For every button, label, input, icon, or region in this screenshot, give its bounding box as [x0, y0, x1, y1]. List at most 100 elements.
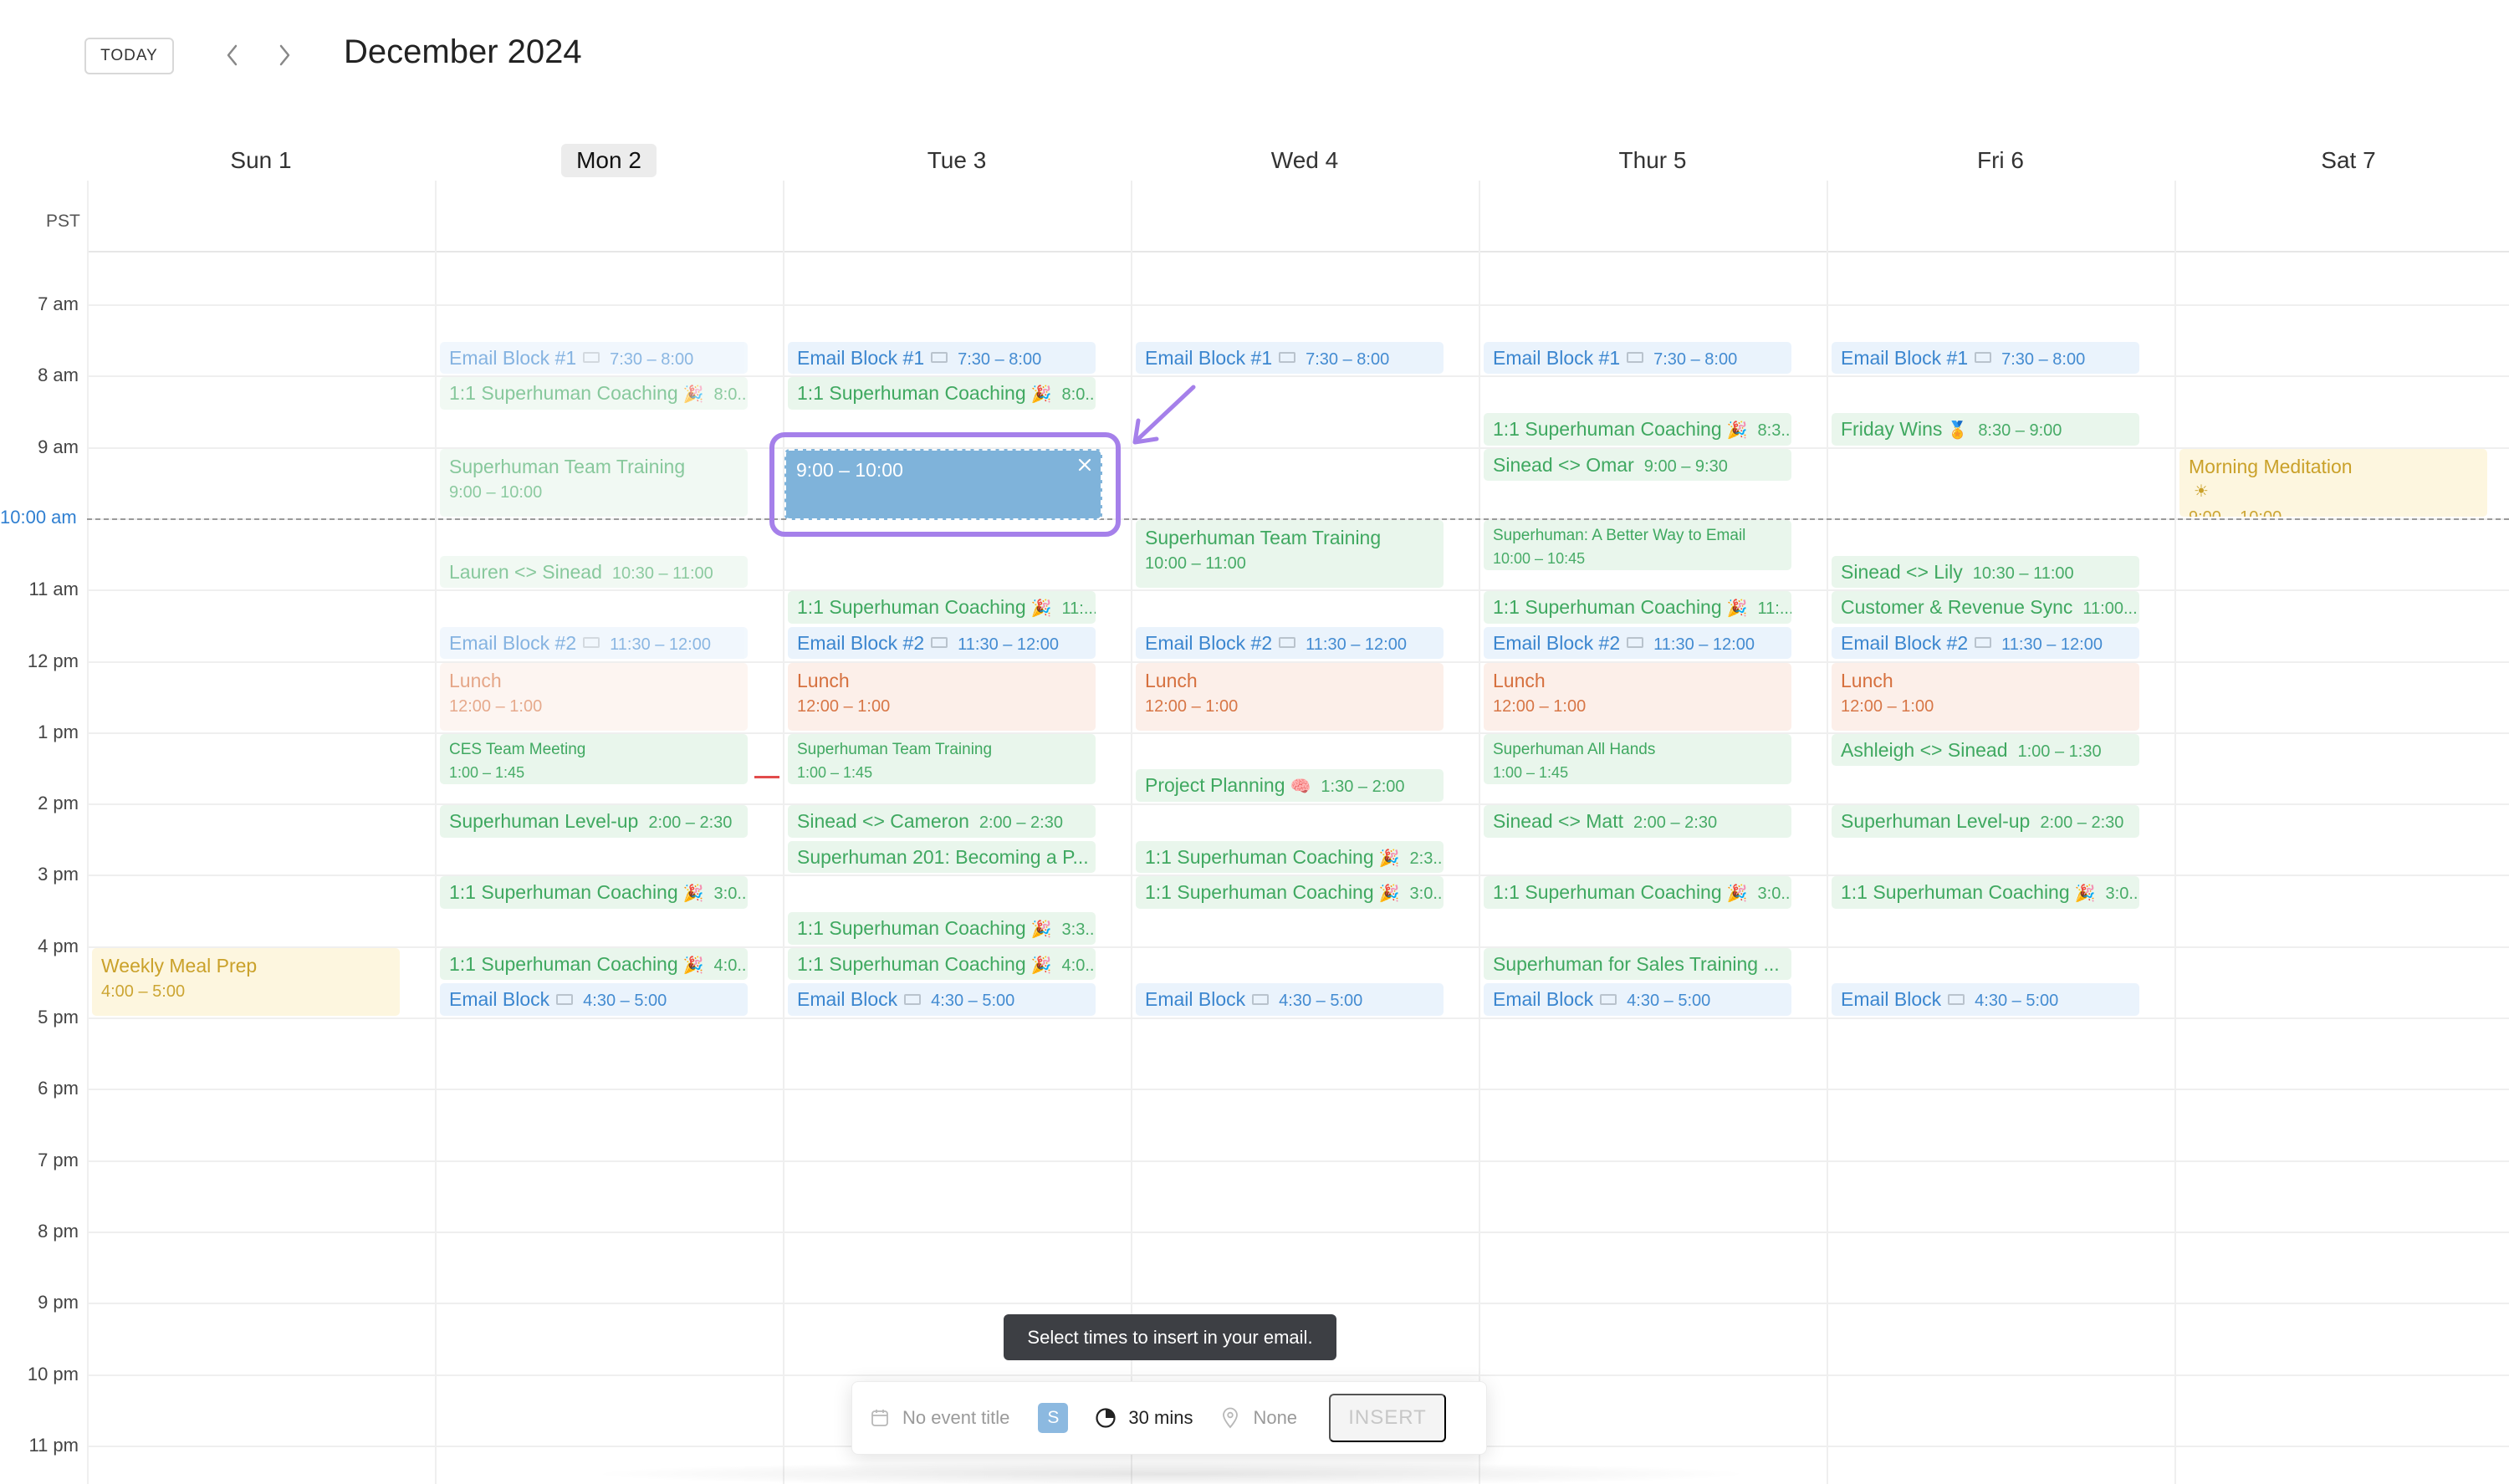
- next-week-button[interactable]: [268, 38, 301, 72]
- event-title: Superhuman 201: Becoming a P...: [797, 845, 1089, 868]
- calendar-event[interactable]: Customer & Revenue Sync 11:00...: [1832, 591, 2139, 624]
- calendar-badge[interactable]: S: [1038, 1403, 1069, 1433]
- calendar-event[interactable]: Sinead <> Matt 2:00 – 2:30: [1484, 805, 1791, 838]
- event-title-input[interactable]: No event title: [902, 1407, 1009, 1429]
- event-time: 11:30 – 12:00: [1653, 635, 1755, 654]
- calendar-event[interactable]: Ashleigh <> Sinead 1:00 – 1:30: [1832, 733, 2139, 767]
- calendar-event[interactable]: 1:1 Superhuman Coaching 🎉 2:3...: [1136, 840, 1444, 874]
- event-title: Superhuman for Sales Training ...: [1493, 952, 1780, 975]
- calendar-event[interactable]: CES Team Meeting 1:00 – 1:45: [440, 733, 748, 784]
- calendar-event[interactable]: Superhuman Team Training 10:00 – 11:00: [1136, 519, 1444, 589]
- location-selector[interactable]: None: [1253, 1407, 1297, 1429]
- calendar-event[interactable]: Sinead <> Lily 10:30 – 11:00: [1832, 555, 2139, 589]
- calendar-event[interactable]: Lunch 12:00 – 1:00: [788, 662, 1096, 731]
- calendar-event[interactable]: Email Block 4:30 – 5:00: [440, 983, 748, 1016]
- event-time: 11:30 – 12:00: [958, 635, 1059, 654]
- day-header-thu[interactable]: Thur 5: [1479, 142, 1827, 179]
- calendar-event[interactable]: Email Block #1 7:30 – 8:00: [788, 341, 1096, 375]
- envelope-icon: [1627, 352, 1644, 364]
- calendar-event[interactable]: 1:1 Superhuman Coaching 🎉 3:0...: [1136, 876, 1444, 910]
- selected-time-slot[interactable]: 9:00 – 10:00: [784, 449, 1102, 520]
- calendar-event[interactable]: 1:1 Superhuman Coaching 🎉 4:0...: [788, 947, 1096, 981]
- calendar-event[interactable]: Email Block 4:30 – 5:00: [1832, 983, 2139, 1016]
- event-title: Superhuman Level-up: [1841, 810, 2031, 833]
- chevron-right-icon: [279, 44, 290, 66]
- envelope-icon: [1948, 993, 1965, 1005]
- event-time: 11:30 – 12:00: [2001, 635, 2103, 654]
- calendar-event[interactable]: Email Block #1 7:30 – 8:00: [1832, 341, 2139, 375]
- calendar-event[interactable]: 1:1 Superhuman Coaching 🎉 8:0...: [788, 377, 1096, 410]
- envelope-icon: [904, 993, 922, 1005]
- insert-button[interactable]: INSERT: [1329, 1394, 1447, 1442]
- calendar-event[interactable]: 1:1 Superhuman Coaching 🎉 11:...: [788, 591, 1096, 624]
- calendar-event[interactable]: 1:1 Superhuman Coaching 🎉 8:3...: [1484, 412, 1791, 446]
- calendar-event[interactable]: Email Block #2 11:30 – 12:00: [440, 626, 748, 660]
- calendar-event[interactable]: Lunch 12:00 – 1:00: [1832, 662, 2139, 731]
- calendar-event[interactable]: 1:1 Superhuman Coaching 🎉 3:0...: [440, 876, 748, 910]
- event-time: 4:30 – 5:00: [583, 992, 667, 1011]
- day-column-divider: [2174, 181, 2176, 1484]
- calendar-event[interactable]: Email Block #1 7:30 – 8:00: [1136, 341, 1444, 375]
- event-title: Friday Wins: [1841, 417, 1943, 440]
- calendar-event[interactable]: Lunch 12:00 – 1:00: [1136, 662, 1444, 731]
- calendar-event[interactable]: 1:1 Superhuman Coaching 🎉 3:0...: [1484, 876, 1791, 910]
- calendar-event[interactable]: Lauren <> Sinead 10:30 – 11:00: [440, 555, 748, 589]
- calendar-event[interactable]: Email Block #1 7:30 – 8:00: [1484, 341, 1791, 375]
- calendar-event[interactable]: Superhuman Team Training 1:00 – 1:45: [788, 733, 1096, 784]
- calendar-event[interactable]: Email Block #2 11:30 – 12:00: [1832, 626, 2139, 660]
- calendar-event[interactable]: Email Block #1 7:30 – 8:00: [440, 341, 748, 375]
- hour-gridline: [87, 1017, 2509, 1019]
- calendar-event[interactable]: Superhuman Team Training 9:00 – 10:00: [440, 448, 748, 517]
- calendar-event[interactable]: 1:1 Superhuman Coaching 🎉 8:0...: [440, 377, 748, 410]
- calendar-event[interactable]: Sinead <> Omar 9:00 – 9:30: [1484, 448, 1791, 482]
- calendar-event[interactable]: Superhuman for Sales Training ...: [1484, 947, 1791, 981]
- calendar-event[interactable]: Superhuman: A Better Way to Email 10:00 –…: [1484, 519, 1791, 570]
- event-title: Sinead <> Matt: [1493, 810, 1623, 833]
- event-time: 10:30 – 11:00: [611, 564, 713, 583]
- day-header-tue[interactable]: Tue 3: [783, 142, 1131, 179]
- event-title: Email Block: [1841, 988, 1942, 1011]
- previous-week-button[interactable]: [216, 38, 249, 72]
- current-time-label: 10:00 am: [0, 507, 77, 528]
- hour-label: 3 pm: [38, 864, 79, 885]
- calendar-event[interactable]: 1:1 Superhuman Coaching 🎉 11:...: [1484, 591, 1791, 624]
- calendar-event[interactable]: Email Block 4:30 – 5:00: [1484, 983, 1791, 1016]
- event-emoji-icon: 🎉: [1726, 599, 1748, 619]
- event-time: 4:30 – 5:00: [1279, 992, 1363, 1011]
- day-column-divider: [783, 181, 784, 1484]
- day-column-divider: [1131, 181, 1132, 1484]
- calendar-event[interactable]: Email Block 4:30 – 5:00: [788, 983, 1096, 1016]
- event-time: 7:30 – 8:00: [1306, 349, 1390, 369]
- calendar-event[interactable]: Lunch 12:00 – 1:00: [1484, 662, 1791, 731]
- hour-gridline: [87, 589, 2509, 592]
- calendar-event[interactable]: Email Block #2 11:30 – 12:00: [1136, 626, 1444, 660]
- today-button[interactable]: TODAY: [84, 38, 174, 74]
- event-title: Email Block #1: [1493, 346, 1621, 369]
- close-icon[interactable]: [1076, 456, 1094, 474]
- calendar-event[interactable]: Project Planning 🧠 1:30 – 2:00: [1136, 769, 1444, 803]
- calendar-event[interactable]: Friday Wins 🏅 8:30 – 9:00: [1832, 412, 2139, 446]
- calendar-event[interactable]: Superhuman 201: Becoming a P...: [788, 840, 1096, 874]
- calendar-event[interactable]: Superhuman All Hands 1:00 – 1:45: [1484, 733, 1791, 784]
- calendar-event[interactable]: Morning Meditation ☀ 9:00 – 10:00: [2179, 448, 2487, 517]
- calendar-event[interactable]: 1:1 Superhuman Coaching 🎉 4:0...: [440, 947, 748, 981]
- day-header-sat[interactable]: Sat 7: [2174, 142, 2509, 179]
- calendar-event[interactable]: Sinead <> Cameron 2:00 – 2:30: [788, 805, 1096, 838]
- calendar-event[interactable]: Lunch 12:00 – 1:00: [440, 662, 748, 731]
- calendar-event[interactable]: Superhuman Level-up 2:00 – 2:30: [1832, 805, 2139, 838]
- calendar-event[interactable]: Email Block #2 11:30 – 12:00: [788, 626, 1096, 660]
- duration-selector[interactable]: 30 mins: [1128, 1407, 1193, 1429]
- hour-label: 4 pm: [38, 935, 79, 956]
- day-header-mon[interactable]: Mon 2: [435, 142, 783, 179]
- event-time: 2:00 – 2:30: [2040, 813, 2124, 833]
- calendar-event[interactable]: Superhuman Level-up 2:00 – 2:30: [440, 805, 748, 838]
- day-header-wed[interactable]: Wed 4: [1131, 142, 1479, 179]
- calendar-event[interactable]: 1:1 Superhuman Coaching 🎉 3:3...: [788, 912, 1096, 945]
- day-header-sun[interactable]: Sun 1: [87, 142, 435, 179]
- day-header-fri[interactable]: Fri 6: [1827, 142, 2174, 179]
- calendar-event[interactable]: 1:1 Superhuman Coaching 🎉 3:0...: [1832, 876, 2139, 910]
- day-column-divider: [1827, 181, 1828, 1484]
- calendar-event[interactable]: Email Block #2 11:30 – 12:00: [1484, 626, 1791, 660]
- calendar-event[interactable]: Weekly Meal Prep 4:00 – 5:00: [92, 947, 400, 1016]
- calendar-event[interactable]: Email Block 4:30 – 5:00: [1136, 983, 1444, 1016]
